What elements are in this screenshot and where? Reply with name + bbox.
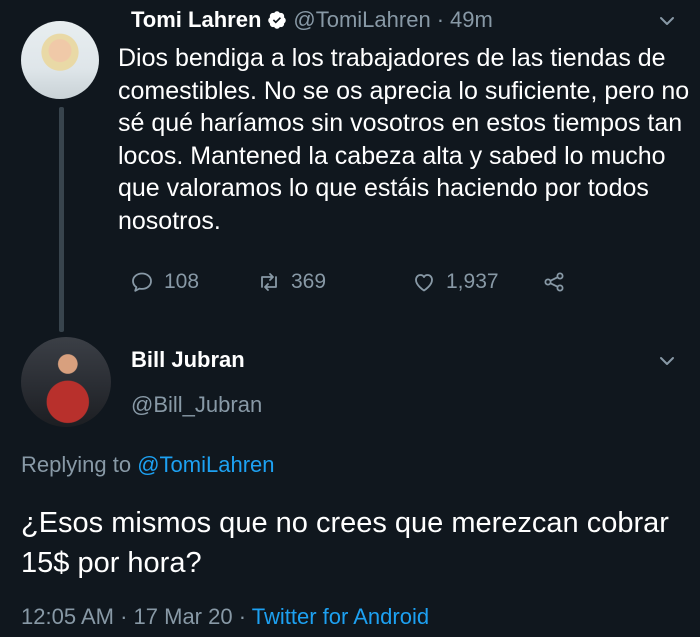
thread-connector-line [59, 107, 64, 332]
avatar-bill-jubran[interactable] [21, 337, 111, 427]
tweet-actions: 108 369 1,937 [130, 262, 566, 302]
chevron-down-icon[interactable] [658, 352, 676, 370]
tweet-meta: 12:05 AM · 17 Mar 20 · Twitter for Andro… [21, 604, 429, 630]
tweet-header: Tomi Lahren @TomiLahren · 49m [131, 7, 493, 33]
replying-to-link[interactable]: @TomiLahren [137, 452, 274, 477]
like-action[interactable]: 1,937 [412, 270, 542, 294]
tweet-time[interactable]: 49m [450, 7, 493, 33]
reply-time[interactable]: 12:05 AM [21, 604, 114, 629]
like-count: 1,937 [446, 270, 499, 293]
reply-text: ¿Esos mismos que no crees que merezcan c… [21, 507, 669, 579]
reply-author-name[interactable]: Bill Jubran [131, 347, 245, 373]
tweet-text: Dios bendiga a los trabajadores de las t… [118, 44, 690, 235]
comment-icon [132, 272, 152, 292]
share-action[interactable] [542, 270, 566, 294]
chevron-down-icon[interactable] [658, 12, 676, 30]
replying-to-prefix: Replying to [21, 452, 132, 477]
reply-date[interactable]: 17 Mar 20 [134, 604, 233, 629]
share-icon [544, 272, 564, 292]
author-name[interactable]: Tomi Lahren [131, 7, 261, 33]
avatar-tomi-lahren[interactable] [21, 21, 99, 99]
meta-separator: · [120, 604, 128, 629]
replying-to: Replying to @TomiLahren [21, 452, 275, 478]
retweet-action[interactable]: 369 [245, 270, 412, 294]
retweet-icon [261, 273, 277, 291]
heart-icon [415, 274, 433, 292]
reply-source[interactable]: Twitter for Android [252, 604, 429, 629]
meta-separator: · [238, 604, 247, 629]
verified-badge-icon [267, 10, 287, 30]
dot-separator: · [436, 7, 445, 32]
author-handle[interactable]: @TomiLahren [293, 7, 430, 33]
reply-action[interactable]: 108 [130, 270, 245, 294]
retweet-count: 369 [291, 270, 327, 293]
reply-author-handle[interactable]: @Bill_Jubran [131, 392, 262, 418]
reply-count: 108 [164, 270, 200, 293]
